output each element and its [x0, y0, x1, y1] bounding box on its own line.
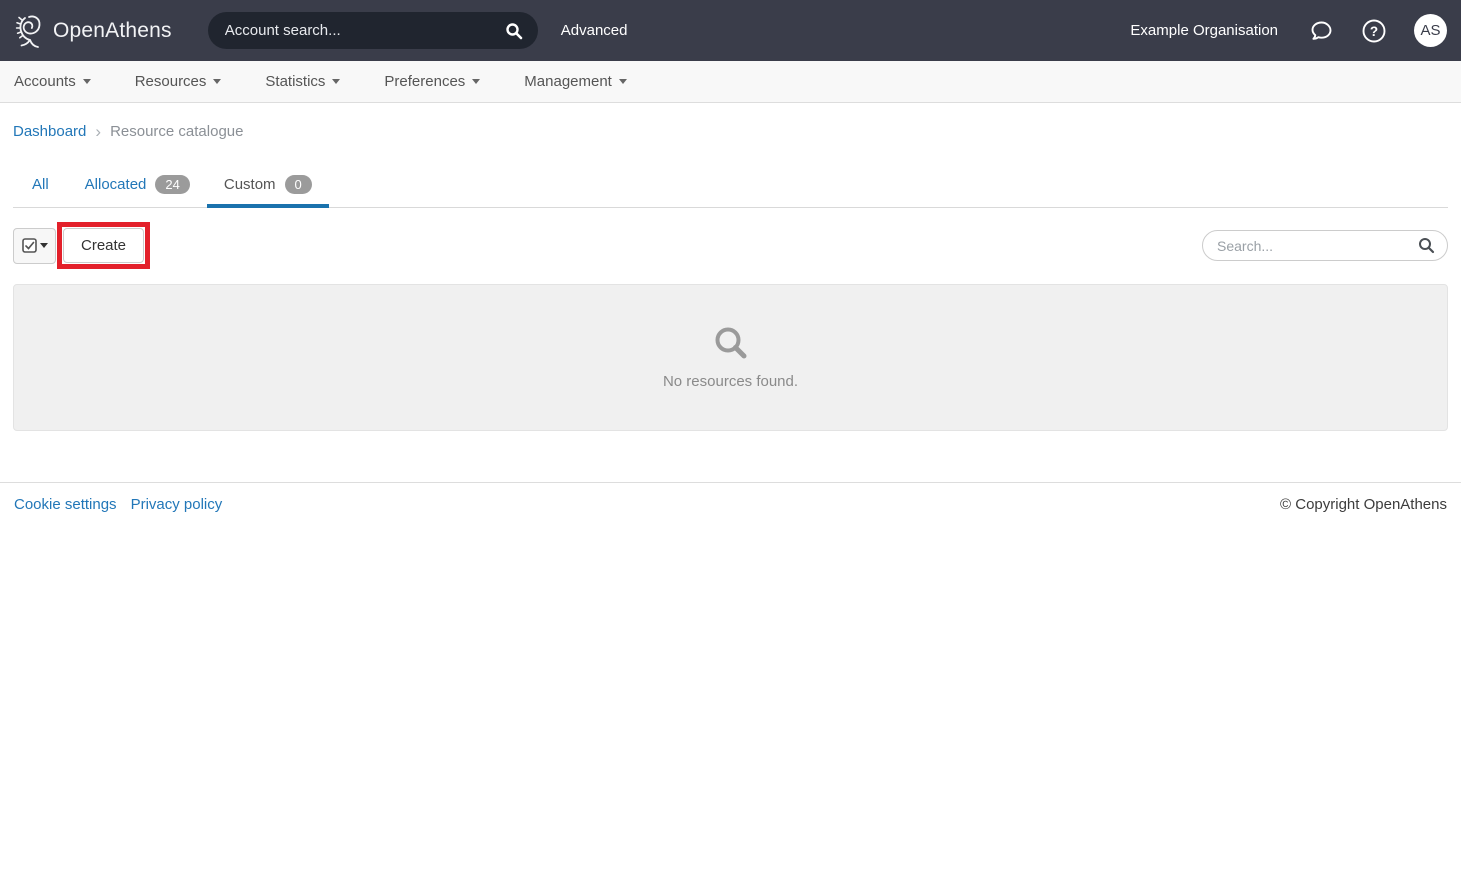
- tab-allocated[interactable]: Allocated 24: [68, 164, 207, 208]
- nav-item-label: Preferences: [384, 73, 465, 90]
- nav-item-accounts[interactable]: Accounts: [14, 73, 91, 90]
- nav-item-label: Statistics: [265, 73, 325, 90]
- checkbox-icon: [22, 238, 37, 253]
- chevron-down-icon: [83, 79, 91, 84]
- main-navbar: Accounts Resources Statistics Preference…: [0, 61, 1461, 103]
- custom-count-badge: 0: [285, 175, 312, 194]
- chevron-down-icon: [40, 243, 48, 248]
- resource-search-input[interactable]: [1217, 238, 1418, 254]
- openathens-logo-icon: [12, 11, 46, 51]
- breadcrumb-current: Resource catalogue: [110, 123, 243, 140]
- nav-item-management[interactable]: Management: [524, 73, 627, 90]
- tab-all[interactable]: All: [13, 164, 68, 208]
- account-search-input[interactable]: [225, 22, 505, 39]
- nav-item-label: Management: [524, 73, 612, 90]
- cookie-settings-link[interactable]: Cookie settings: [14, 496, 117, 513]
- chevron-down-icon: [332, 79, 340, 84]
- nav-item-label: Resources: [135, 73, 207, 90]
- nav-item-resources[interactable]: Resources: [135, 73, 222, 90]
- resource-tabs: All Allocated 24 Custom 0: [13, 164, 1448, 208]
- copyright-text: © Copyright OpenAthens: [1280, 496, 1447, 513]
- chevron-down-icon: [213, 79, 221, 84]
- brand-name: OpenAthens: [53, 19, 172, 43]
- advanced-search-link[interactable]: Advanced: [561, 22, 628, 39]
- organisation-name: Example Organisation: [1130, 22, 1278, 39]
- topbar: OpenAthens Advanced Example Organisation…: [0, 0, 1461, 61]
- main-content: All Allocated 24 Custom 0 Create: [0, 164, 1461, 431]
- create-button[interactable]: Create: [63, 228, 144, 263]
- allocated-count-badge: 24: [155, 175, 189, 194]
- footer: Cookie settings Privacy policy © Copyrig…: [0, 482, 1461, 526]
- breadcrumb-dashboard-link[interactable]: Dashboard: [13, 123, 86, 140]
- nav-item-statistics[interactable]: Statistics: [265, 73, 340, 90]
- toolbar: Create: [13, 221, 1448, 270]
- breadcrumb-separator-icon: ›: [95, 123, 101, 140]
- chat-icon: [1308, 18, 1334, 44]
- account-search-icon[interactable]: [505, 22, 523, 40]
- resource-search-icon[interactable]: [1418, 237, 1435, 254]
- tab-label: Custom: [224, 176, 276, 193]
- breadcrumb: Dashboard › Resource catalogue: [0, 103, 1461, 164]
- openathens-logo[interactable]: OpenAthens: [12, 11, 172, 51]
- chat-button[interactable]: [1308, 18, 1334, 44]
- no-results-search-icon: [713, 325, 749, 361]
- help-button[interactable]: ?: [1361, 18, 1387, 44]
- user-avatar[interactable]: AS: [1414, 14, 1447, 47]
- tab-custom[interactable]: Custom 0: [207, 164, 329, 208]
- svg-text:?: ?: [1370, 24, 1378, 39]
- chevron-down-icon: [619, 79, 627, 84]
- tab-label: All: [32, 176, 49, 193]
- nav-item-label: Accounts: [14, 73, 76, 90]
- account-search[interactable]: [208, 12, 538, 49]
- chevron-down-icon: [472, 79, 480, 84]
- bulk-select-dropdown-button[interactable]: [13, 228, 56, 264]
- privacy-policy-link[interactable]: Privacy policy: [131, 496, 223, 513]
- resource-search[interactable]: [1202, 230, 1448, 261]
- red-highlight-annotation: Create: [57, 222, 150, 269]
- nav-item-preferences[interactable]: Preferences: [384, 73, 480, 90]
- empty-state-panel: No resources found.: [13, 284, 1448, 431]
- tab-label: Allocated: [85, 176, 147, 193]
- help-icon: ?: [1361, 18, 1387, 44]
- empty-state-message: No resources found.: [663, 373, 798, 390]
